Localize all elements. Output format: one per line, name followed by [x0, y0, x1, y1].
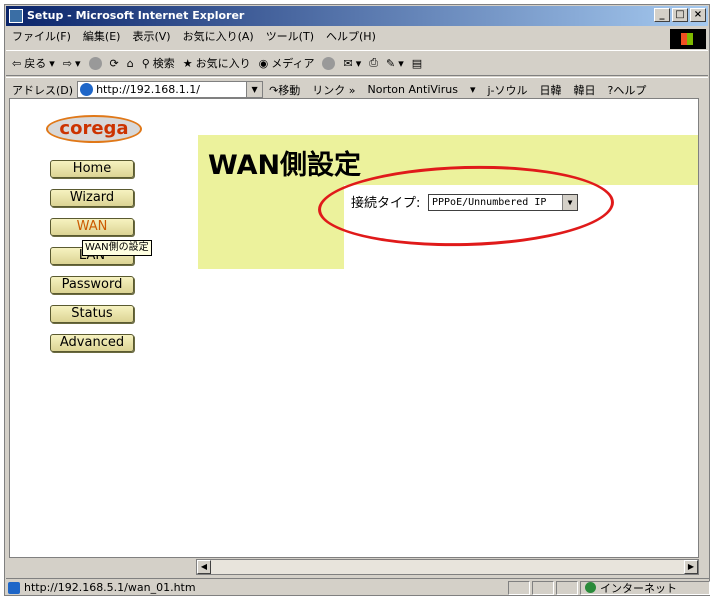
go-arrow-icon: ↷	[269, 83, 279, 97]
mail-icon: ✉	[343, 56, 353, 70]
status-url: http://192.168.5.1/wan_01.htm	[24, 581, 196, 594]
stop-button[interactable]	[88, 56, 102, 70]
zone-label: インターネット	[600, 581, 677, 595]
seoul-link[interactable]: j-ソウル	[481, 82, 533, 98]
forward-button[interactable]: ⇨ ▾	[63, 57, 81, 70]
page-title: WAN側設定	[208, 150, 362, 181]
help-link[interactable]: ?ヘルプ	[602, 82, 653, 98]
home-button[interactable]: ⌂	[127, 57, 134, 70]
standard-toolbar: ⇦ 戻る ▾ ⇨ ▾ ⟳ ⌂ ⚲ 検索 ★ お気に入り ◉ メディア ✉ ▾ ⎙ ✎ ▾ ▤	[6, 50, 708, 76]
nav-password-button[interactable]: Password	[50, 276, 134, 294]
links-button[interactable]: リンク »	[306, 82, 361, 98]
status-cell	[508, 580, 530, 595]
forward-arrow-icon: ⇨	[62, 56, 72, 70]
printer-icon: ⎙	[369, 56, 379, 69]
print-button[interactable]: ⎙	[369, 56, 378, 70]
horizontal-scrollbar[interactable]: ◀ ▶	[196, 559, 699, 575]
chevron-down-icon: ▾	[398, 56, 404, 70]
edit-button[interactable]: ✎ ▾	[386, 57, 404, 70]
menu-help[interactable]: ヘルプ(H)	[320, 27, 382, 47]
norton-antivirus-link[interactable]: Norton AntiVirus	[362, 83, 464, 96]
home-icon: ⌂	[126, 56, 134, 70]
scroll-right-arrow-icon[interactable]: ▶	[684, 560, 698, 574]
favorites-icon: ★	[182, 56, 193, 70]
chevron-down-icon: ▾	[74, 56, 81, 70]
status-cell	[556, 580, 578, 595]
corega-logo: corega	[46, 115, 142, 143]
ie-page-icon	[80, 83, 94, 96]
refresh-icon: ⟳	[109, 56, 119, 70]
minimize-button[interactable]: _	[654, 8, 670, 22]
page-status-icon	[8, 581, 20, 594]
nav-wizard-button[interactable]: Wizard	[50, 189, 134, 207]
address-url: http://192.168.1.1/	[96, 83, 200, 96]
address-input[interactable]: http://192.168.1.1/ ▼	[77, 81, 264, 98]
close-button[interactable]: ×	[690, 8, 706, 22]
favorites-button[interactable]: ★ お気に入り	[183, 55, 251, 71]
chevron-down-icon: ▾	[49, 56, 55, 70]
globe-icon	[585, 582, 596, 593]
history-button[interactable]	[322, 56, 336, 70]
status-cell	[532, 580, 554, 595]
refresh-button[interactable]: ⟳	[110, 57, 119, 70]
page-content: corega Home Wizard WAN LAN Password Stat…	[9, 98, 699, 558]
search-button[interactable]: ⚲ 検索	[142, 55, 175, 71]
go-button[interactable]: ↷移動	[263, 82, 306, 98]
document-icon: ▤	[411, 56, 423, 70]
history-icon	[322, 56, 336, 70]
title-bar: Setup - Microsoft Internet Explorer _ □ …	[6, 6, 708, 26]
window-title: Setup - Microsoft Internet Explorer	[27, 9, 245, 22]
menu-view[interactable]: 表示(V)	[126, 27, 176, 47]
search-icon: ⚲	[141, 56, 150, 70]
japan-korea-link[interactable]: 日韓	[534, 82, 568, 98]
media-button[interactable]: ◉ メディア	[259, 55, 315, 71]
media-icon: ◉	[258, 56, 269, 70]
address-dropdown-button[interactable]: ▼	[246, 82, 263, 97]
chevron-down-icon: ▾	[355, 56, 362, 70]
stop-icon	[88, 56, 102, 70]
nav-advanced-button[interactable]: Advanced	[50, 334, 134, 352]
menu-edit[interactable]: 編集(E)	[77, 27, 127, 47]
nav-status-button[interactable]: Status	[50, 305, 134, 323]
edit-icon: ✎	[386, 56, 396, 70]
korea-japan-link[interactable]: 韓日	[568, 82, 602, 98]
window-controls: _ □ ×	[654, 8, 706, 22]
nav-wan-button[interactable]: WAN	[50, 218, 134, 236]
menu-bar: ファイル(F) 編集(E) 表示(V) お気に入り(A) ツール(T) ヘルプ(…	[6, 27, 708, 47]
status-bar: http://192.168.5.1/wan_01.htm インターネット	[6, 578, 710, 596]
menu-favorites[interactable]: お気に入り(A)	[177, 27, 260, 47]
back-button[interactable]: ⇦ 戻る ▾	[12, 55, 55, 71]
address-label: アドレス(D)	[12, 83, 74, 97]
scroll-left-arrow-icon[interactable]: ◀	[197, 560, 211, 574]
windows-logo-icon	[670, 29, 706, 49]
back-arrow-icon: ⇦	[12, 56, 22, 70]
menu-file[interactable]: ファイル(F)	[6, 27, 77, 47]
nav-tooltip: WAN側の設定	[82, 240, 152, 256]
menu-tools[interactable]: ツール(T)	[260, 27, 320, 47]
security-zone: インターネット	[580, 580, 710, 595]
mail-button[interactable]: ✉ ▾	[343, 57, 361, 70]
norton-dropdown-button[interactable]: ▾	[464, 83, 482, 96]
discuss-button[interactable]: ▤	[412, 57, 422, 70]
maximize-button[interactable]: □	[672, 8, 688, 22]
ie-app-icon	[9, 9, 23, 23]
nav-home-button[interactable]: Home	[50, 160, 134, 178]
